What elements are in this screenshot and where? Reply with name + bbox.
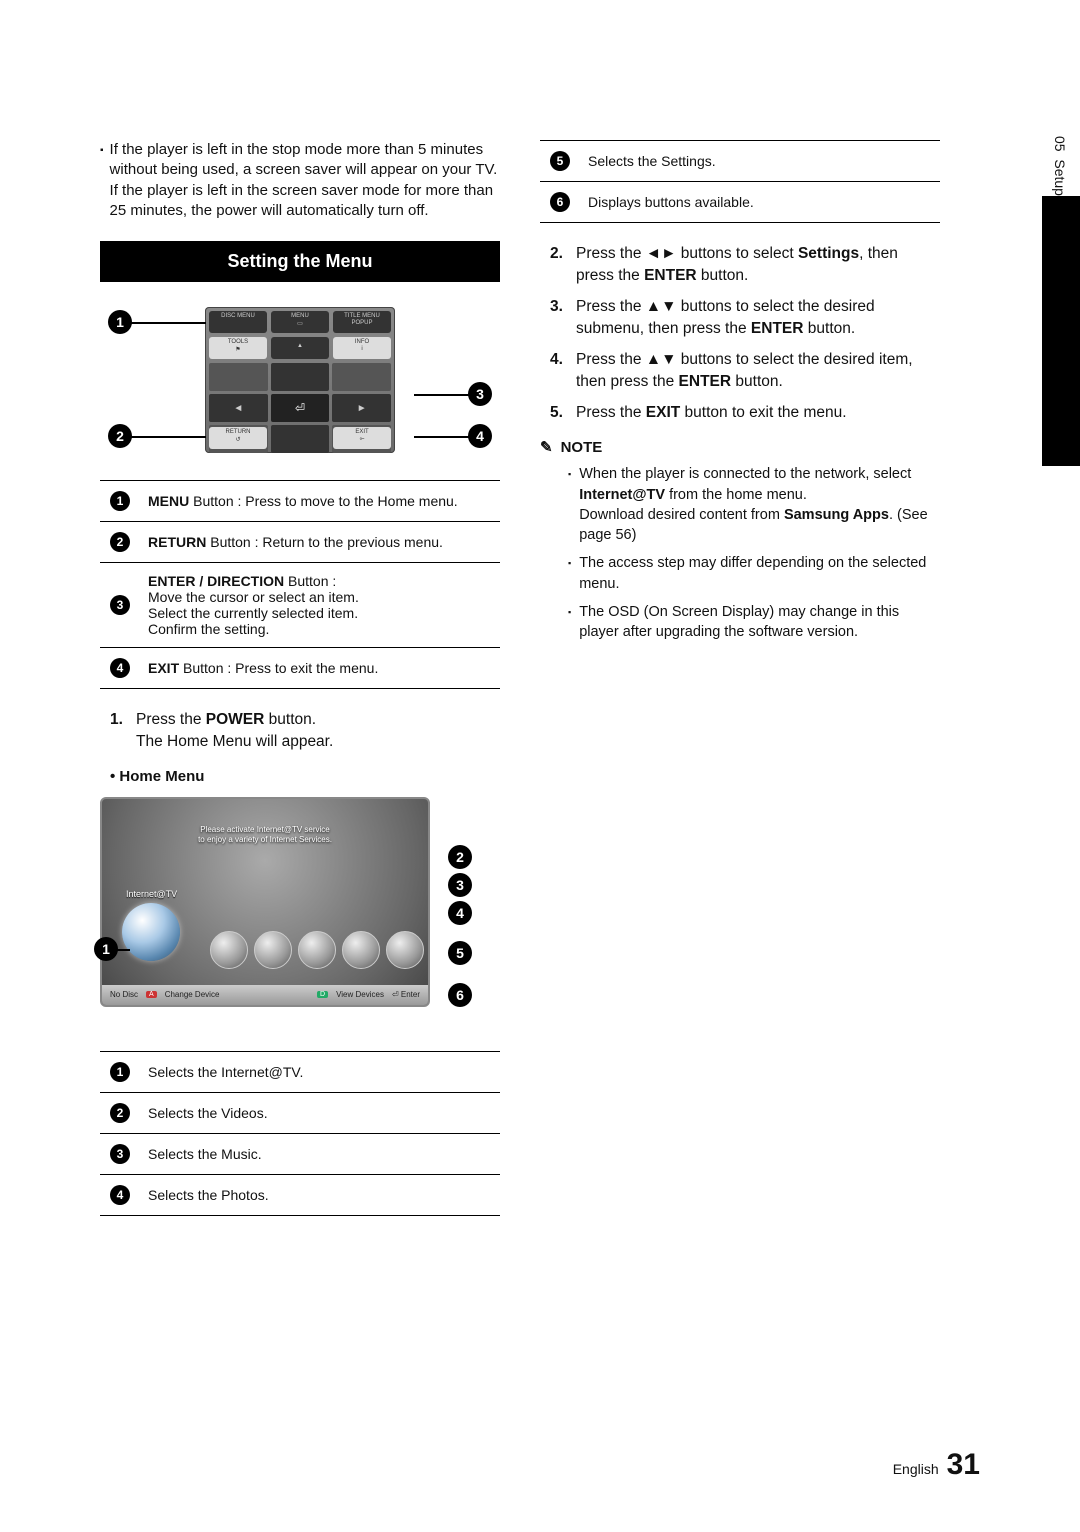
square-bullet-icon: ▪	[568, 464, 571, 545]
remote-diagram: 1 2 3 4 DISC MENU MENU▭ TITLE MENUPOPUP …	[100, 300, 500, 460]
remote-graphic: DISC MENU MENU▭ TITLE MENUPOPUP TOOLS⚑ ▲…	[205, 307, 395, 453]
intro-text: If the player is left in the stop mode m…	[110, 140, 500, 221]
note-icon: ✎	[540, 438, 553, 456]
step-text: Press the EXIT button to exit the menu.	[576, 402, 847, 424]
tv-callout-3: 3	[448, 873, 472, 897]
legend-text: Selects the Settings.	[580, 141, 940, 182]
note-text: The access step may differ depending on …	[579, 553, 940, 594]
home-menu-heading: • Home Menu	[110, 768, 500, 785]
legend-text: EXIT Button : Press to exit the menu.	[140, 648, 500, 689]
legend-text: MENU Button : Press to move to the Home …	[140, 481, 500, 522]
legend-text: Displays buttons available.	[580, 182, 940, 223]
legend-number: 2	[110, 1103, 130, 1123]
chapter-title: Setup	[1052, 159, 1068, 196]
home-legend-table: 1 Selects the Internet@TV. 2 Selects the Vi…	[100, 1051, 500, 1216]
side-chapter-tab: 05 Setup	[1042, 130, 1080, 450]
tv-callout-2: 2	[448, 845, 472, 869]
footer-language: English	[893, 1461, 939, 1477]
callout-3: 3	[468, 382, 492, 406]
legend-number: 4	[110, 658, 130, 678]
note-list: ▪When the player is connected to the net…	[568, 464, 940, 642]
home-menu-diagram: Please activate Internet@TV service to e…	[100, 797, 470, 1027]
note-heading: ✎ NOTE	[540, 438, 940, 456]
callout-2: 2	[108, 424, 132, 448]
legend-text: Selects the Internet@TV.	[140, 1051, 500, 1092]
chapter-number: 05	[1052, 136, 1068, 152]
square-bullet-icon: ▪	[568, 553, 571, 594]
legend-text: Selects the Videos.	[140, 1092, 500, 1133]
legend-text: Selects the Photos.	[140, 1174, 500, 1215]
note-text: When the player is connected to the netw…	[579, 464, 940, 545]
square-bullet-icon: ▪	[100, 140, 104, 221]
callout-4: 4	[468, 424, 492, 448]
step-list-left: 1.Press the POWER button.The Home Menu w…	[110, 709, 500, 754]
step-list-right: 2.Press the ◄► buttons to select Setting…	[550, 243, 940, 424]
note-text: The OSD (On Screen Display) may change i…	[579, 602, 940, 643]
legend-text: Selects the Music.	[140, 1133, 500, 1174]
step-text: Press the ◄► buttons to select Settings,…	[576, 243, 940, 288]
legend-number: 5	[550, 151, 570, 171]
legend-number: 1	[110, 1062, 130, 1082]
legend-number: 2	[110, 532, 130, 552]
step1-text: Press the POWER button.The Home Menu wil…	[136, 709, 333, 754]
step-text: Press the ▲▼ buttons to select the desir…	[576, 349, 940, 394]
section-header: Setting the Menu	[100, 241, 500, 282]
globe-icon	[122, 903, 180, 961]
legend-number: 4	[110, 1185, 130, 1205]
step-text: Press the ▲▼ buttons to select the desir…	[576, 296, 940, 341]
callout-1: 1	[108, 310, 132, 334]
tv-callout-1: 1	[94, 937, 118, 961]
tv-callout-5: 5	[448, 941, 472, 965]
remote-legend-table: 1 MENU Button : Press to move to the Home…	[100, 480, 500, 689]
legend-number: 3	[110, 1144, 130, 1164]
page-footer: English 31	[893, 1448, 980, 1482]
page-number: 31	[947, 1448, 980, 1482]
legend-text: RETURN Button : Return to the previous m…	[140, 522, 500, 563]
square-bullet-icon: ▪	[568, 602, 571, 643]
legend-number: 6	[550, 192, 570, 212]
tv-callout-6: 6	[448, 983, 472, 1007]
tv-callout-4: 4	[448, 901, 472, 925]
intro-note: ▪ If the player is left in the stop mode…	[100, 140, 500, 221]
right-legend-table: 5 Selects the Settings. 6 Displays buttons …	[540, 140, 940, 223]
legend-number: 3	[110, 595, 130, 615]
legend-text: ENTER / DIRECTION Button :Move the curso…	[140, 563, 500, 648]
legend-number: 1	[110, 491, 130, 511]
